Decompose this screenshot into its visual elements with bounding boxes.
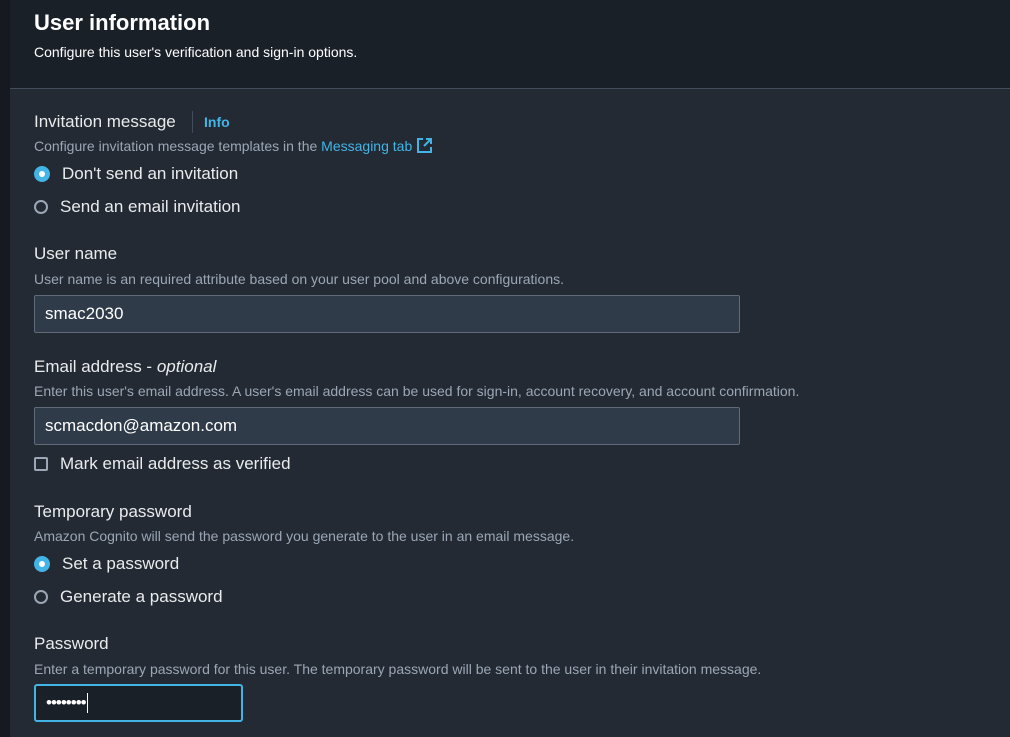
invitation-description: Configure invitation message templates i…	[34, 137, 433, 158]
checkbox-label: Mark email address as verified	[60, 454, 291, 473]
password-description: Enter a temporary password for this user…	[34, 661, 762, 677]
email-label: Email address - optional	[34, 357, 216, 377]
password-masked-value: ••••••••	[46, 693, 87, 712]
email-description: Enter this user's email address. A user'…	[34, 383, 800, 399]
radio-unselected-icon[interactable]	[34, 590, 48, 604]
messaging-tab-link[interactable]: Messaging tab	[321, 138, 412, 154]
panel-description: Configure this user's verification and s…	[34, 44, 358, 60]
user-information-panel: User information Configure this user's v…	[10, 0, 1010, 737]
email-input[interactable]	[34, 407, 740, 445]
radio-set-password[interactable]: Set a password	[34, 553, 179, 575]
panel-title: User information	[34, 10, 211, 35]
password-input[interactable]: ••••••••	[34, 684, 243, 722]
mark-email-verified-checkbox[interactable]: Mark email address as verified	[34, 453, 291, 475]
username-label: User name	[34, 244, 118, 263]
radio-label: Send an email invitation	[60, 197, 241, 216]
radio-selected-icon[interactable]	[34, 166, 50, 182]
radio-selected-icon[interactable]	[34, 556, 50, 572]
password-label: Password	[34, 634, 109, 653]
panel-header: User information Configure this user's v…	[10, 0, 1010, 89]
email-optional-text: optional	[156, 357, 217, 376]
invitation-message-label: Invitation message	[34, 112, 176, 131]
email-label-text: Email address -	[34, 357, 157, 376]
temporary-password-label: Temporary password	[34, 502, 192, 521]
temporary-password-description: Amazon Cognito will send the password yo…	[34, 528, 575, 544]
radio-label: Generate a password	[60, 587, 223, 606]
username-description: User name is an required attribute based…	[34, 271, 564, 287]
radio-unselected-icon[interactable]	[34, 200, 48, 214]
radio-label: Don't send an invitation	[62, 164, 239, 183]
external-link-icon[interactable]	[416, 137, 433, 158]
radio-send-email-invitation[interactable]: Send an email invitation	[34, 196, 241, 218]
radio-label: Set a password	[62, 554, 180, 573]
radio-generate-password[interactable]: Generate a password	[34, 586, 223, 608]
radio-dont-send-invitation[interactable]: Don't send an invitation	[34, 163, 238, 185]
username-input[interactable]	[34, 295, 740, 333]
checkbox-icon[interactable]	[34, 457, 48, 471]
text-caret	[86, 693, 88, 713]
info-link[interactable]: Info	[204, 114, 230, 130]
invitation-description-text: Configure invitation message templates i…	[34, 138, 322, 154]
label-divider	[192, 111, 193, 133]
